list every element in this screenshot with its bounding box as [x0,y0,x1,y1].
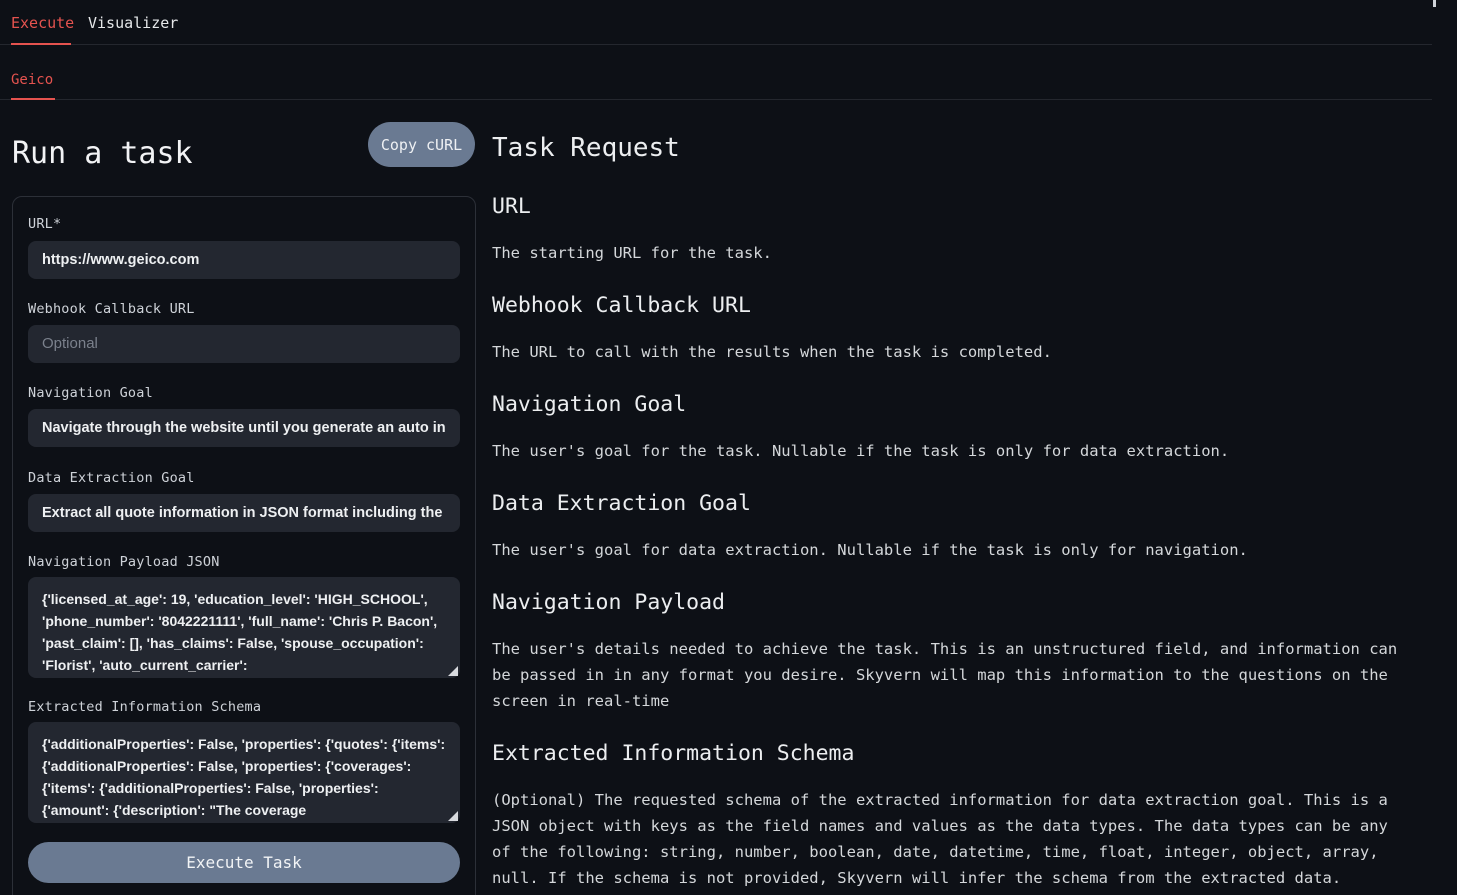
docs-heading-url: URL [492,193,1410,221]
webhook-callback-url-input[interactable] [28,325,460,363]
url-field-label: URL* [28,216,61,232]
navigation-goal-input[interactable] [28,409,460,447]
navigation-goal-label: Navigation Goal [28,385,153,401]
scrollbar-nub[interactable] [1433,0,1436,7]
docs-heading-data-extraction-goal: Data Extraction Goal [492,490,1410,518]
url-input[interactable] [28,241,460,279]
docs-heading-navigation-payload: Navigation Payload [492,589,1410,617]
navigation-payload-json-label: Navigation Payload JSON [28,554,220,570]
docs-body-navigation-goal: The user's goal for the task. Nullable i… [492,438,1410,464]
top-tabbar-divider [0,44,1432,45]
docs-heading-navigation-goal: Navigation Goal [492,391,1410,419]
docs-heading-extracted-information-schema: Extracted Information Schema [492,740,1410,768]
tab-visualizer[interactable]: Visualizer [88,12,178,34]
subtab-geico-active-underline [11,98,55,100]
execute-task-button[interactable]: Execute Task [28,842,460,883]
docs-body-webhook-callback-url: The URL to call with the results when th… [492,339,1410,365]
docs-heading-webhook-callback-url: Webhook Callback URL [492,292,1410,320]
tab-execute[interactable]: Execute [11,12,74,34]
app-window: Execute Visualizer Geico Run a task Copy… [0,0,1457,895]
webhook-callback-url-label: Webhook Callback URL [28,301,195,317]
tab-execute-active-underline [11,43,71,45]
subtab-geico[interactable]: Geico [11,72,53,88]
textarea-resize-handle-icon[interactable] [448,811,458,821]
data-extraction-goal-label: Data Extraction Goal [28,470,195,486]
data-extraction-goal-input[interactable] [28,494,460,532]
subtabbar-divider [0,99,1432,100]
docs-body-url: The starting URL for the task. [492,240,1410,266]
copy-curl-button[interactable]: Copy cURL [368,122,475,167]
navigation-payload-json-textarea[interactable]: {'licensed_at_age': 19, 'education_level… [28,577,460,678]
page-title: Run a task [12,136,193,171]
docs-body-navigation-payload: The user's details needed to achieve the… [492,636,1410,714]
docs-body-extracted-information-schema: (Optional) The requested schema of the e… [492,787,1410,891]
extracted-information-schema-textarea[interactable]: {'additionalProperties': False, 'propert… [28,722,460,823]
docs-title: Task Request [492,131,1410,165]
extracted-information-schema-label: Extracted Information Schema [28,699,261,715]
docs-body-data-extraction-goal: The user's goal for data extraction. Nul… [492,537,1410,563]
textarea-resize-handle-icon[interactable] [448,666,458,676]
task-request-docs: Task Request URL The starting URL for th… [492,131,1410,895]
